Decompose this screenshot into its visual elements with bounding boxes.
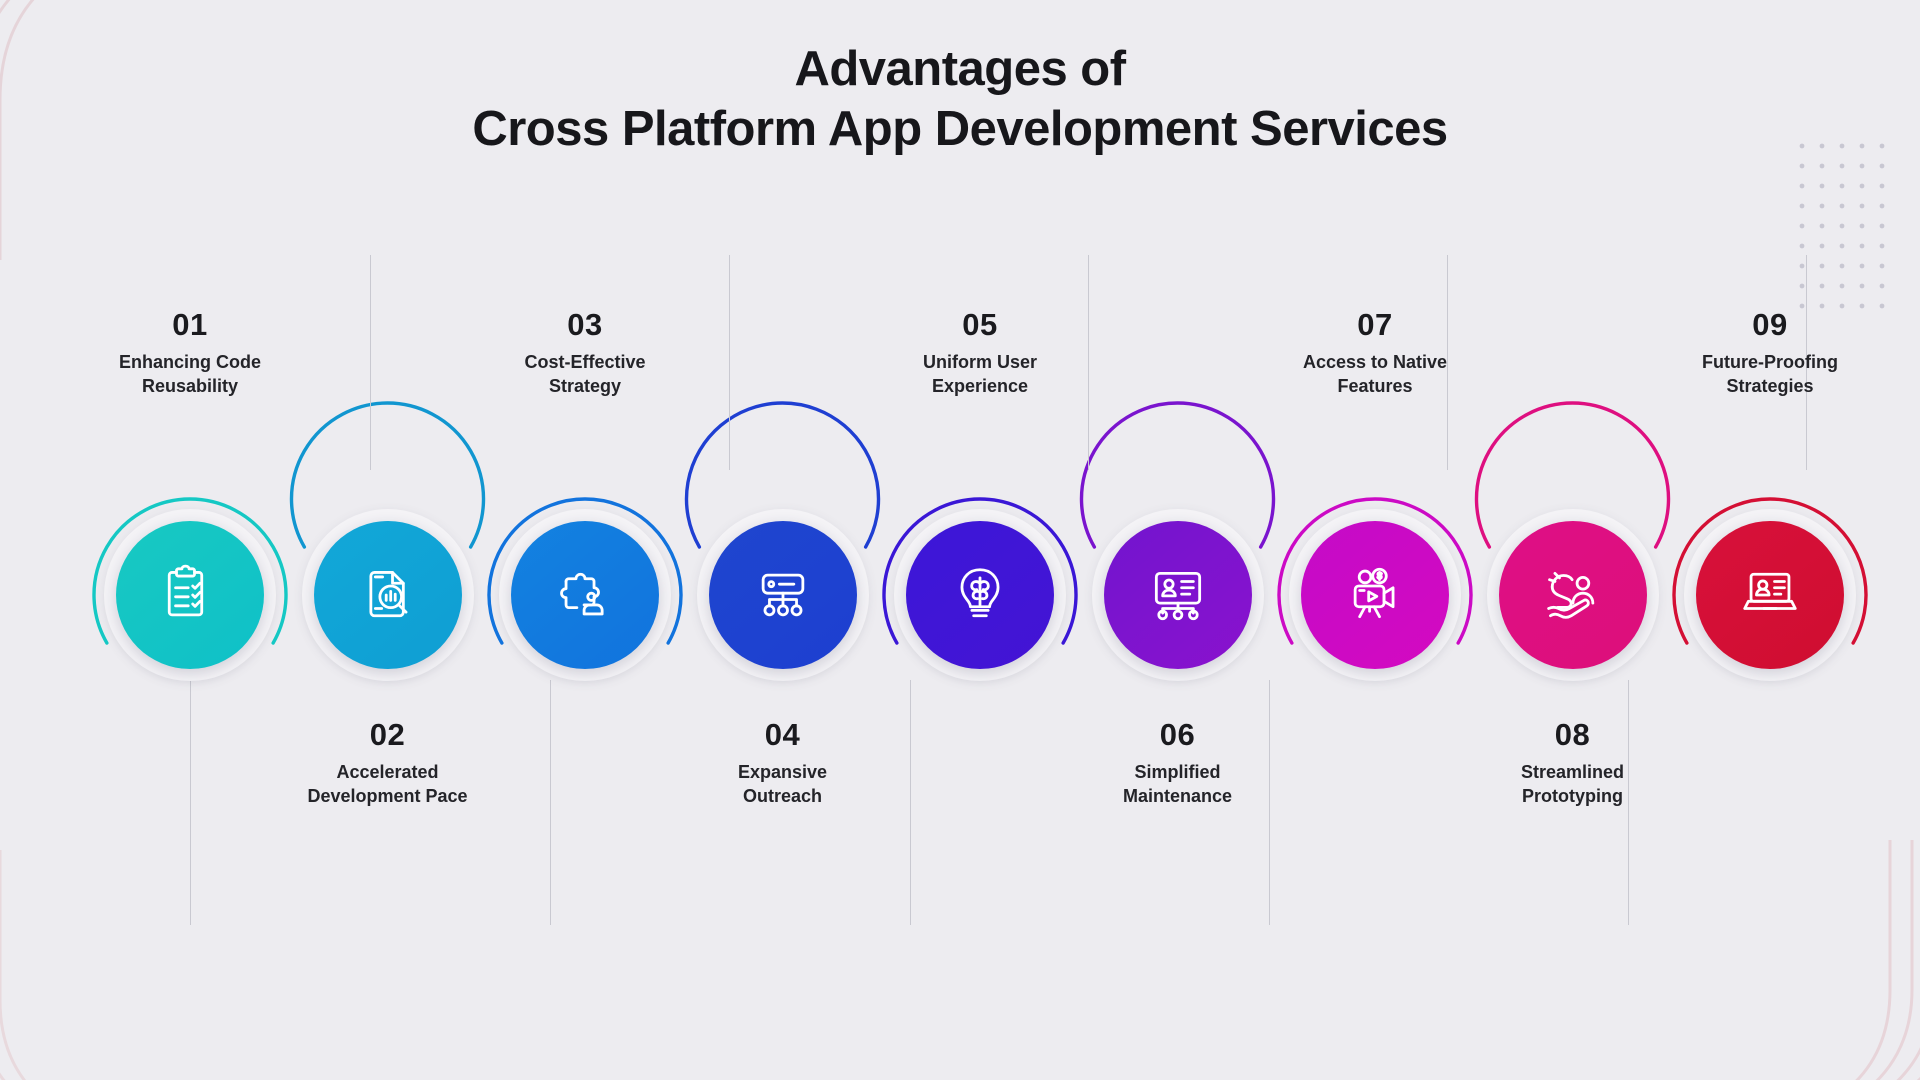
node-disc[interactable] <box>1103 521 1252 669</box>
step-label-04: 04 Expansive Outreach <box>653 717 913 809</box>
step-number: 05 <box>962 307 998 342</box>
network-distribution-icon <box>761 573 804 617</box>
step-label-05: 05 Uniform User Experience <box>850 307 1110 399</box>
step-number: 09 <box>1752 307 1788 342</box>
step-caption: Expansive Outreach <box>737 762 828 806</box>
step-caption: Future-Proofing Strategies <box>1702 352 1838 396</box>
step-number: 07 <box>1357 307 1393 342</box>
step-caption: Cost-Effective Strategy <box>524 352 646 396</box>
id-card-network-icon <box>1154 571 1201 621</box>
puzzle-user-icon <box>560 572 604 616</box>
step-label-03: 03 Cost-Effective Strategy <box>455 307 715 399</box>
tick-line <box>550 680 551 925</box>
video-camera-money-icon <box>1353 567 1395 619</box>
step-label-01: 01 Enhancing Code Reusability <box>60 307 320 399</box>
step-number: 01 <box>172 307 208 342</box>
step-caption: Streamlined Prototyping <box>1520 762 1625 806</box>
step-label-08: 08 Streamlined Prototyping <box>1443 717 1703 809</box>
step-label-06: 06 Simplified Maintenance <box>1048 717 1308 809</box>
node-disc[interactable] <box>511 521 659 669</box>
step-node-04[interactable] <box>696 509 869 681</box>
step-number: 02 <box>369 717 406 752</box>
tick-line <box>729 255 730 470</box>
step-label-02: 02 Accelerated Development Pace <box>258 717 518 809</box>
step-caption: Accelerated Development Pace <box>307 762 468 806</box>
node-disc[interactable] <box>1498 521 1647 669</box>
node-disc[interactable] <box>313 521 462 669</box>
step-label-09: 09 Future-Proofing Strategies <box>1640 307 1900 399</box>
laptop-profile-icon <box>1743 572 1797 610</box>
step-node-01[interactable] <box>104 509 276 681</box>
step-node-08[interactable] <box>1486 509 1659 681</box>
hand-support-user-icon <box>1546 571 1594 619</box>
document-analytics-search-icon <box>368 571 407 618</box>
node-disc[interactable] <box>906 521 1054 669</box>
tick-line <box>370 255 371 470</box>
step-node-05[interactable] <box>894 509 1066 681</box>
step-number: 08 <box>1554 717 1591 752</box>
step-node-02[interactable] <box>301 509 474 681</box>
step-label-07: 07 Access to Native Features <box>1245 307 1505 399</box>
step-node-09[interactable] <box>1684 509 1856 681</box>
step-number: 03 <box>567 307 603 342</box>
node-disc[interactable] <box>1301 521 1449 669</box>
infographic-stage: 01 Enhancing Code Reusability 02 Accelerate… <box>0 0 1920 1080</box>
step-node-06[interactable] <box>1091 509 1264 681</box>
step-node-07[interactable] <box>1289 509 1461 681</box>
node-disc[interactable] <box>708 521 857 669</box>
clipboard-checklist-icon <box>167 564 204 617</box>
step-node-03[interactable] <box>499 509 671 681</box>
step-caption: Uniform User Experience <box>922 352 1038 396</box>
step-caption: Simplified Maintenance <box>1122 762 1233 806</box>
step-number: 04 <box>764 717 801 752</box>
brain-bulb-icon <box>960 568 1000 618</box>
node-disc[interactable] <box>1696 521 1844 669</box>
node-disc[interactable] <box>116 521 264 669</box>
step-number: 06 <box>1159 717 1196 752</box>
step-caption: Access to Native Features <box>1302 352 1448 396</box>
tick-line <box>190 680 191 925</box>
step-caption: Enhancing Code Reusability <box>118 352 261 396</box>
